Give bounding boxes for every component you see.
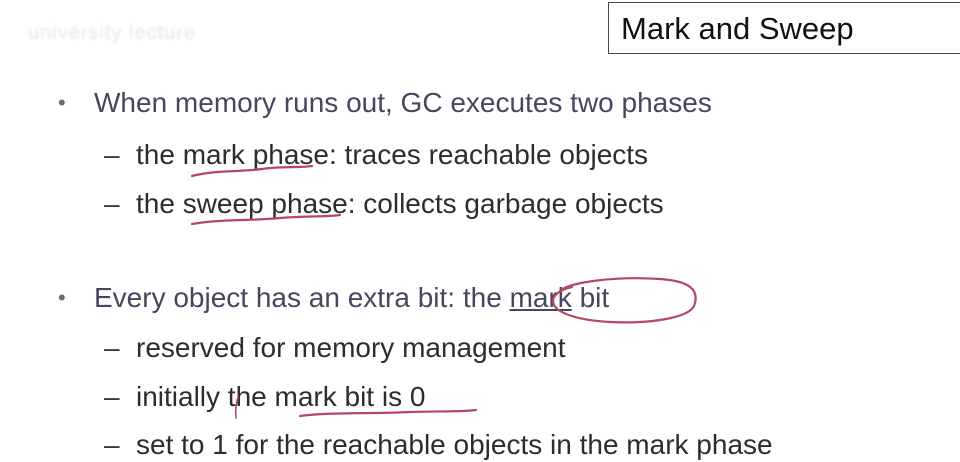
bullet-1: • When memory runs out, GC executes two p… [58, 86, 712, 120]
bullet-2: • Every object has an extra bit: the mark… [58, 281, 609, 315]
dash-icon: – [104, 188, 120, 219]
bullet-1-sub-1: – the mark phase: traces reachable object… [104, 138, 648, 172]
sub-text: set to 1 for the reachable objects in th… [136, 429, 773, 460]
bullet-2-sub-1: – reserved for memory management [104, 331, 566, 365]
dash-icon: – [104, 332, 120, 363]
bullet-2-sub-3: – set to 1 for the reachable objects in t… [104, 428, 773, 462]
watermark: university lecture [28, 22, 197, 44]
highlight-sweep-phase: sweep phase [182, 188, 348, 219]
bullet-dot-icon: • [58, 285, 66, 310]
bullet-2-pre: Every object has an extra bit: the [94, 282, 510, 313]
sub-post: : traces reachable objects [329, 139, 649, 170]
highlight-mark-phase: mark phase [182, 139, 329, 170]
bullet-1-text: When memory runs out, GC executes two ph… [94, 87, 712, 118]
dash-icon: – [104, 381, 120, 412]
bullet-dot-icon: • [58, 90, 66, 115]
sub-pre: the [136, 188, 183, 219]
dash-icon: – [104, 139, 120, 170]
sub-post: : collects garbage objects [347, 188, 664, 219]
sub-text: reserved for memory management [136, 332, 566, 363]
title-box: Mark and Sweep [608, 2, 960, 54]
slide-title: Mark and Sweep [621, 11, 854, 46]
highlight-mark: mark [509, 282, 572, 313]
dash-icon: – [104, 429, 120, 460]
bullet-2-sub-2: – initially the mark bit is 0 [104, 380, 425, 414]
bullet-2-post: bit [571, 282, 610, 313]
bullet-1-sub-2: – the sweep phase: collects garbage objec… [104, 187, 664, 221]
highlight-mark-bit-is-0: mark bit is 0 [274, 381, 426, 412]
sub-pre: the [136, 139, 183, 170]
slide: university lecture Mark and Sweep • When … [0, 0, 960, 462]
sub-pre: initially the [136, 381, 275, 412]
